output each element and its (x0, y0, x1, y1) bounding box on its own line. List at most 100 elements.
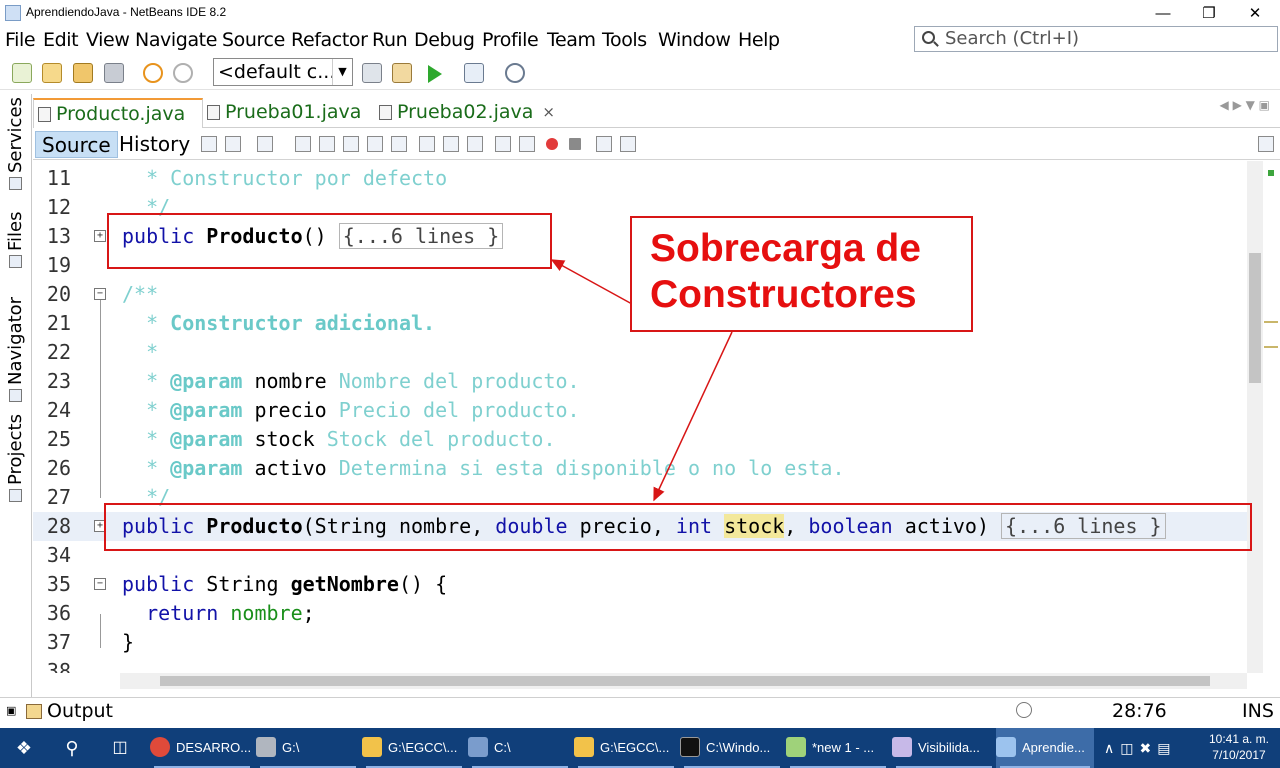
windows-start-icon[interactable]: ❖ (0, 728, 48, 768)
tab-prueba01[interactable]: Prueba01.java× (203, 98, 393, 128)
new-project-icon[interactable] (42, 63, 62, 83)
toggle-selection-icon[interactable] (391, 136, 407, 152)
notifications-icon[interactable] (1016, 702, 1032, 718)
code-token: nombre (254, 369, 339, 393)
tab-navigation-icon[interactable]: ◀ ▶ ▼ ▣ (1220, 98, 1270, 112)
shift-right-icon[interactable] (519, 136, 535, 152)
system-tray-icons[interactable]: ∧◫✖▤ (1104, 728, 1200, 768)
search-input[interactable]: Search (Ctrl+I) (914, 26, 1278, 52)
side-tab-projects[interactable]: Projects (5, 414, 26, 502)
menu-team[interactable]: Team (547, 29, 596, 51)
scroll-thumb[interactable] (160, 676, 1210, 686)
tab-producto[interactable]: Producto.java× (33, 98, 222, 128)
vertical-scrollbar[interactable] (1247, 161, 1263, 673)
scroll-thumb[interactable] (1249, 253, 1261, 383)
clean-build-icon[interactable] (392, 63, 412, 83)
output-window-label[interactable]: Output (47, 700, 113, 722)
clock[interactable]: 10:41 a. m. 7/10/2017 (1204, 731, 1274, 763)
debug-icon[interactable] (464, 63, 484, 83)
mark-occurrence[interactable] (1264, 321, 1278, 323)
redo-icon[interactable] (173, 63, 193, 83)
profile-icon[interactable] (505, 63, 525, 83)
code-line[interactable]: 23 * @param nombre Nombre del producto. (33, 367, 1247, 396)
minimize-icon[interactable]: — (1140, 0, 1186, 26)
taskbar-item-cmd[interactable]: C:\Windo... (680, 728, 784, 768)
side-tab-navigator[interactable]: Navigator (5, 297, 26, 402)
comment-icon[interactable] (596, 136, 612, 152)
tab-prueba02[interactable]: Prueba02.java × (375, 98, 555, 128)
side-tab-services[interactable]: Services (5, 97, 26, 190)
menu-help[interactable]: Help (738, 29, 780, 51)
next-bookmark-icon[interactable] (443, 136, 459, 152)
menu-window[interactable]: Window (658, 29, 731, 51)
horizontal-scrollbar[interactable] (120, 673, 1247, 689)
menu-run[interactable]: Run (372, 29, 408, 51)
side-tab-label: Files (5, 211, 26, 252)
close-icon[interactable]: ✕ (1232, 0, 1278, 26)
taskbar-item-drive-g[interactable]: G:\ (256, 728, 360, 768)
line-number: 22 (46, 340, 71, 364)
editor-tabs: Producto.java× Prueba01.java× Prueba02.j… (33, 96, 1280, 128)
toggle-highlight-icon[interactable] (367, 136, 383, 152)
history-mode-button[interactable]: History (113, 131, 196, 158)
menu-tools[interactable]: Tools (602, 29, 647, 51)
toggle-bookmark-icon[interactable] (467, 136, 483, 152)
save-all-icon[interactable] (104, 63, 124, 83)
collapse-fold-icon[interactable]: − (94, 578, 106, 590)
taskbar-item-visibilidad[interactable]: Visibilida... (892, 728, 996, 768)
restore-icon[interactable]: ▣ (6, 704, 16, 717)
code-line[interactable]: 11 * Constructor por defecto (33, 164, 1247, 193)
find-icon[interactable] (295, 136, 311, 152)
undo-icon[interactable] (143, 63, 163, 83)
new-file-icon[interactable] (12, 63, 32, 83)
maximize-icon[interactable]: ❐ (1186, 0, 1232, 26)
taskbar-item-chrome[interactable]: DESARRO... (150, 728, 254, 768)
config-select[interactable]: <default c... ▼ (213, 58, 353, 86)
menu-navigate[interactable]: Navigate (135, 29, 217, 51)
collapse-fold-icon[interactable]: − (94, 288, 106, 300)
taskbar-item-explorer-1[interactable]: G:\EGCC\... (362, 728, 466, 768)
split-editor-icon[interactable] (1258, 136, 1274, 152)
forward-icon[interactable] (257, 136, 273, 152)
taskbar-item-explorer-2[interactable]: G:\EGCC\... (574, 728, 678, 768)
shift-left-icon[interactable] (495, 136, 511, 152)
back-icon[interactable] (225, 136, 241, 152)
menu-source[interactable]: Source (222, 29, 285, 51)
code-line[interactable]: 37} (33, 628, 1247, 657)
expand-fold-icon[interactable]: + (94, 230, 106, 242)
open-project-icon[interactable] (73, 63, 93, 83)
code-line[interactable]: 26 * @param activo Determina si esta dis… (33, 454, 1247, 483)
terminal-icon (680, 737, 700, 757)
task-view-icon[interactable]: ◫ (96, 728, 144, 768)
menu-debug[interactable]: Debug (414, 29, 475, 51)
find-previous-icon[interactable] (319, 136, 335, 152)
taskbar-item-notepad[interactable]: *new 1 - ... (786, 728, 890, 768)
code-line[interactable]: 35 − public String getNombre() { (33, 570, 1247, 599)
code-line[interactable]: 38 (33, 657, 1247, 673)
code-line[interactable]: 25 * @param stock Stock del producto. (33, 425, 1247, 454)
code-line[interactable]: 22 * (33, 338, 1247, 367)
uncomment-icon[interactable] (620, 136, 636, 152)
menu-refactor[interactable]: Refactor (291, 29, 368, 51)
taskbar-item-drive-c[interactable]: C:\ (468, 728, 572, 768)
menu-profile[interactable]: Profile (482, 29, 539, 51)
menu-view[interactable]: View (86, 29, 130, 51)
taskbar-item-netbeans[interactable]: Aprendie... (996, 728, 1094, 768)
source-mode-button[interactable]: Source (35, 131, 118, 158)
find-next-icon[interactable] (343, 136, 359, 152)
side-tab-files[interactable]: Files (5, 211, 26, 268)
previous-bookmark-icon[interactable] (419, 136, 435, 152)
menu-file[interactable]: File (5, 29, 36, 51)
last-edit-icon[interactable] (201, 136, 217, 152)
code-line[interactable]: 36 return nombre; (33, 599, 1247, 628)
close-tab-icon[interactable]: × (542, 98, 555, 126)
build-icon[interactable] (362, 63, 382, 83)
code-line[interactable]: 24 * @param precio Precio del producto. (33, 396, 1247, 425)
search-icon[interactable]: ⚲ (48, 728, 96, 768)
start-macro-icon[interactable] (546, 138, 558, 150)
mark-occurrence[interactable] (1264, 346, 1278, 348)
stop-macro-icon[interactable] (569, 138, 581, 150)
run-icon[interactable] (428, 65, 442, 83)
folder-icon (362, 737, 382, 757)
menu-edit[interactable]: Edit (43, 29, 79, 51)
